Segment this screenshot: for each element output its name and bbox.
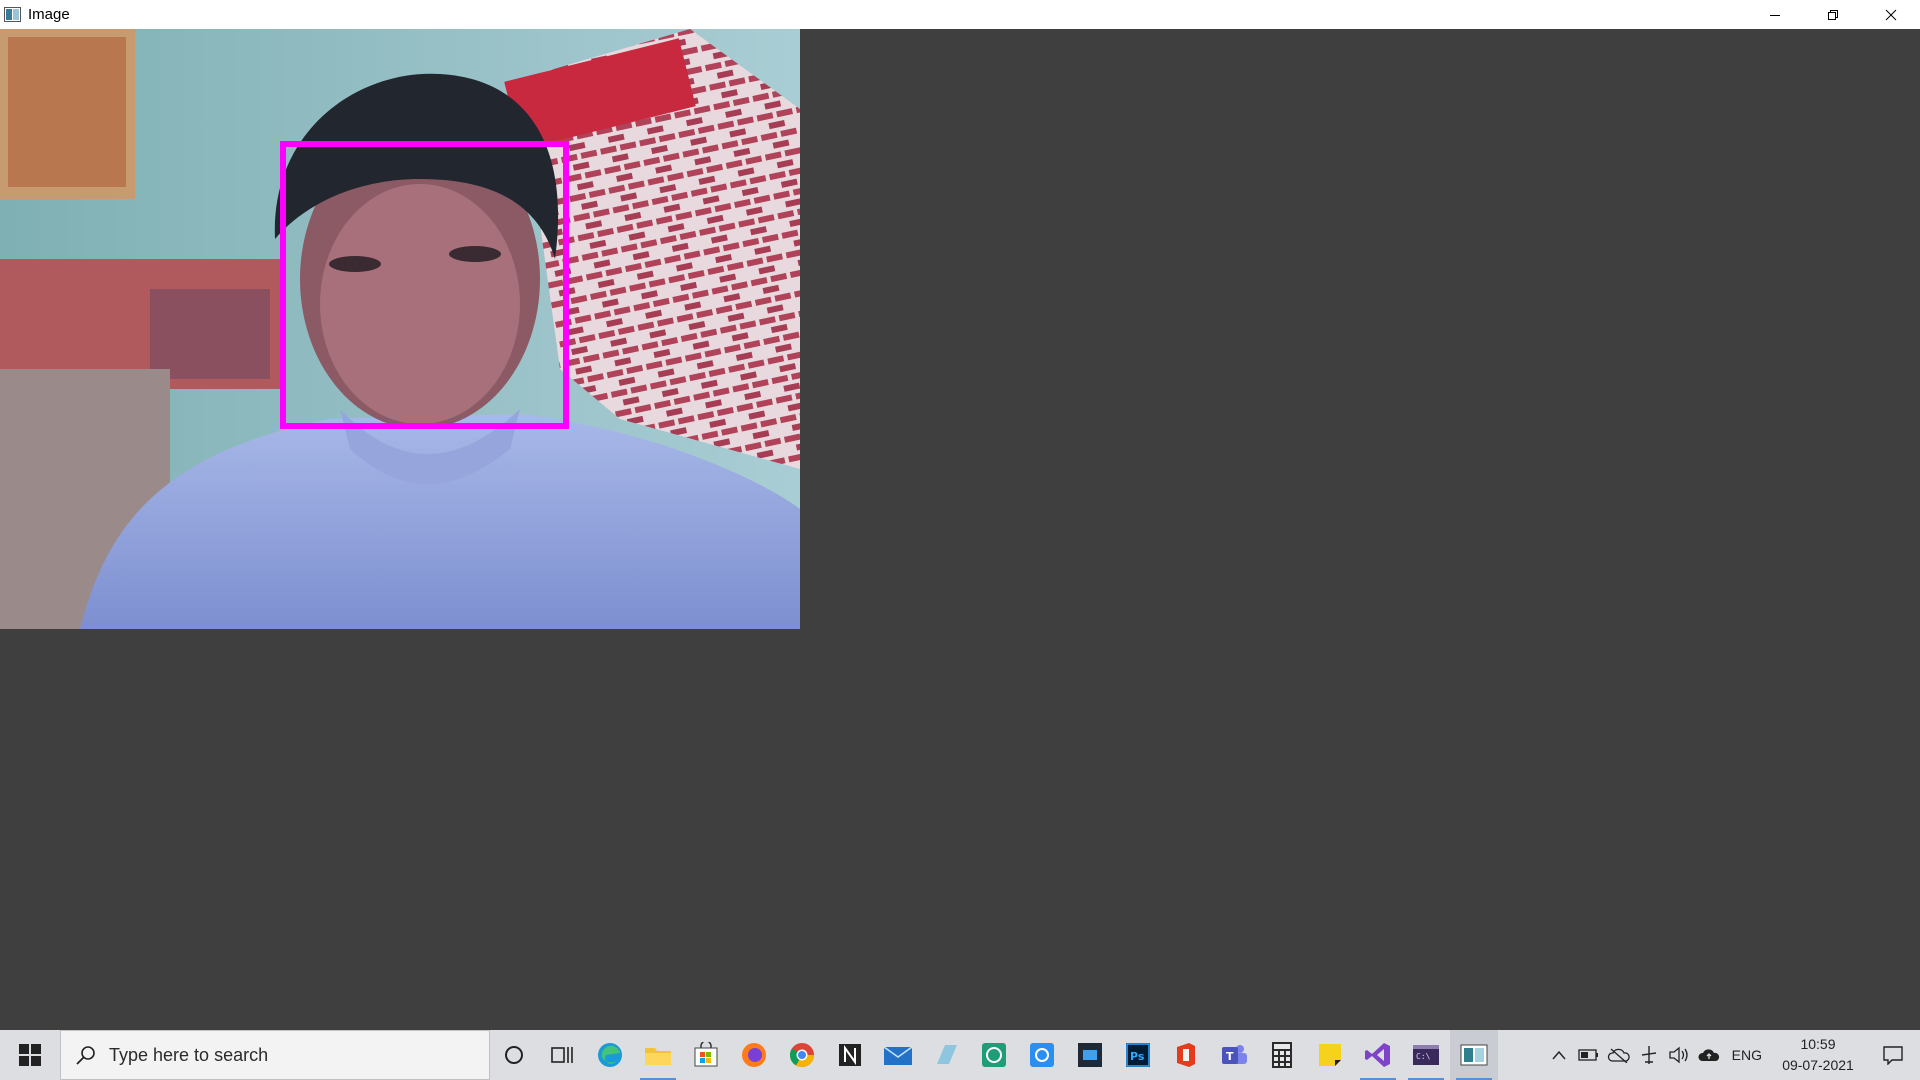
image-window-icon <box>4 7 22 23</box>
restore-button[interactable] <box>1804 0 1862 29</box>
chrome-icon[interactable] <box>778 1030 826 1080</box>
system-tray: ENG 10:59 09-07-2021 <box>1544 1030 1920 1080</box>
office-icon[interactable] <box>1162 1030 1210 1080</box>
language-indicator[interactable]: ENG <box>1724 1047 1770 1063</box>
file-explorer-icon[interactable] <box>634 1030 682 1080</box>
onedrive-offline-icon[interactable] <box>1604 1030 1634 1080</box>
search-icon <box>76 1046 95 1065</box>
app-icon[interactable] <box>922 1030 970 1080</box>
notion-icon[interactable] <box>826 1030 874 1080</box>
firefox-icon[interactable] <box>730 1030 778 1080</box>
window-controls <box>1746 0 1920 29</box>
store-icon[interactable] <box>682 1030 730 1080</box>
windows-icon <box>19 1044 41 1066</box>
onedrive-icon[interactable] <box>1694 1030 1724 1080</box>
svg-text:T: T <box>1226 1050 1234 1063</box>
visual-studio-icon[interactable] <box>1354 1030 1402 1080</box>
volume-icon[interactable] <box>1664 1030 1694 1080</box>
svg-text:Ps: Ps <box>1130 1050 1145 1063</box>
webcam-image <box>0 29 800 629</box>
battery-icon[interactable] <box>1574 1030 1604 1080</box>
taskbar: Type here to search Ps T C:\ ENG 10:59 0… <box>0 1030 1920 1080</box>
clock-time: 10:59 <box>1800 1036 1836 1052</box>
taskbar-search-box[interactable]: Type here to search <box>60 1030 490 1080</box>
webcam-frame <box>0 29 800 629</box>
task-view-icon[interactable] <box>538 1030 586 1080</box>
search-placeholder: Type here to search <box>109 1044 269 1065</box>
edge-icon[interactable] <box>586 1030 634 1080</box>
terminal-icon[interactable]: C:\ <box>1402 1030 1450 1080</box>
window-title: Image <box>28 6 70 23</box>
image-viewer-icon[interactable] <box>1450 1030 1498 1080</box>
teams-icon[interactable]: T <box>1210 1030 1258 1080</box>
photoshop-icon[interactable]: Ps <box>1114 1030 1162 1080</box>
airplane-mode-icon[interactable] <box>1634 1030 1664 1080</box>
calculator-icon[interactable] <box>1258 1030 1306 1080</box>
cortana-icon[interactable] <box>490 1030 538 1080</box>
window-titlebar: Image <box>0 0 1920 29</box>
notification-center-icon[interactable] <box>1866 1030 1920 1080</box>
clock[interactable]: 10:59 09-07-2021 <box>1770 1034 1866 1076</box>
chevron-up-icon[interactable] <box>1544 1030 1574 1080</box>
close-button[interactable] <box>1862 0 1920 29</box>
sticky-notes-icon[interactable] <box>1306 1030 1354 1080</box>
sync-icon[interactable] <box>1018 1030 1066 1080</box>
minimize-button[interactable] <box>1746 0 1804 29</box>
start-button[interactable] <box>0 1030 60 1080</box>
media-icon[interactable] <box>1066 1030 1114 1080</box>
clock-date: 09-07-2021 <box>1782 1057 1854 1073</box>
mail-icon[interactable] <box>874 1030 922 1080</box>
svg-text:C:\: C:\ <box>1416 1052 1431 1061</box>
whatsapp-icon[interactable] <box>970 1030 1018 1080</box>
